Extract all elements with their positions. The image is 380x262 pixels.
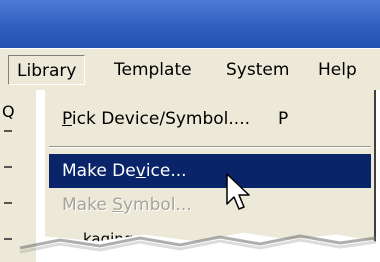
menu-item-make-device[interactable]: Make Device... xyxy=(49,154,371,188)
item-text-post: ymbol... xyxy=(122,195,192,215)
menu-item-pick-device-symbol[interactable]: Pick Device/Symbol.... P xyxy=(49,102,371,136)
mouse-pointer-icon xyxy=(226,173,250,210)
menu-item-make-symbol: Make Symbol... xyxy=(49,188,371,222)
item-text-post: ice... xyxy=(145,161,187,181)
menu-separator xyxy=(49,146,371,148)
partial-text-stub: Q xyxy=(2,102,15,121)
item-text-pre: Make De xyxy=(62,161,136,181)
shortcut-key: P xyxy=(278,109,289,129)
item-text-pre: Make xyxy=(62,195,113,215)
torn-edge-shadow xyxy=(19,234,377,254)
item-text-post: ick Device/Symbol.... xyxy=(71,109,251,129)
menu-help[interactable]: Help xyxy=(310,55,365,85)
accelerator-key: P xyxy=(62,109,72,129)
menu-library[interactable]: Library xyxy=(8,55,86,85)
window-titlebar xyxy=(0,0,380,48)
menu-template[interactable]: Template xyxy=(106,55,200,85)
menu-bar: Library Template System Help xyxy=(0,48,380,90)
accelerator-key: v xyxy=(135,161,146,181)
menu-system[interactable]: System xyxy=(218,55,297,85)
accelerator-key: S xyxy=(112,195,123,215)
frame-ticks xyxy=(4,130,12,240)
